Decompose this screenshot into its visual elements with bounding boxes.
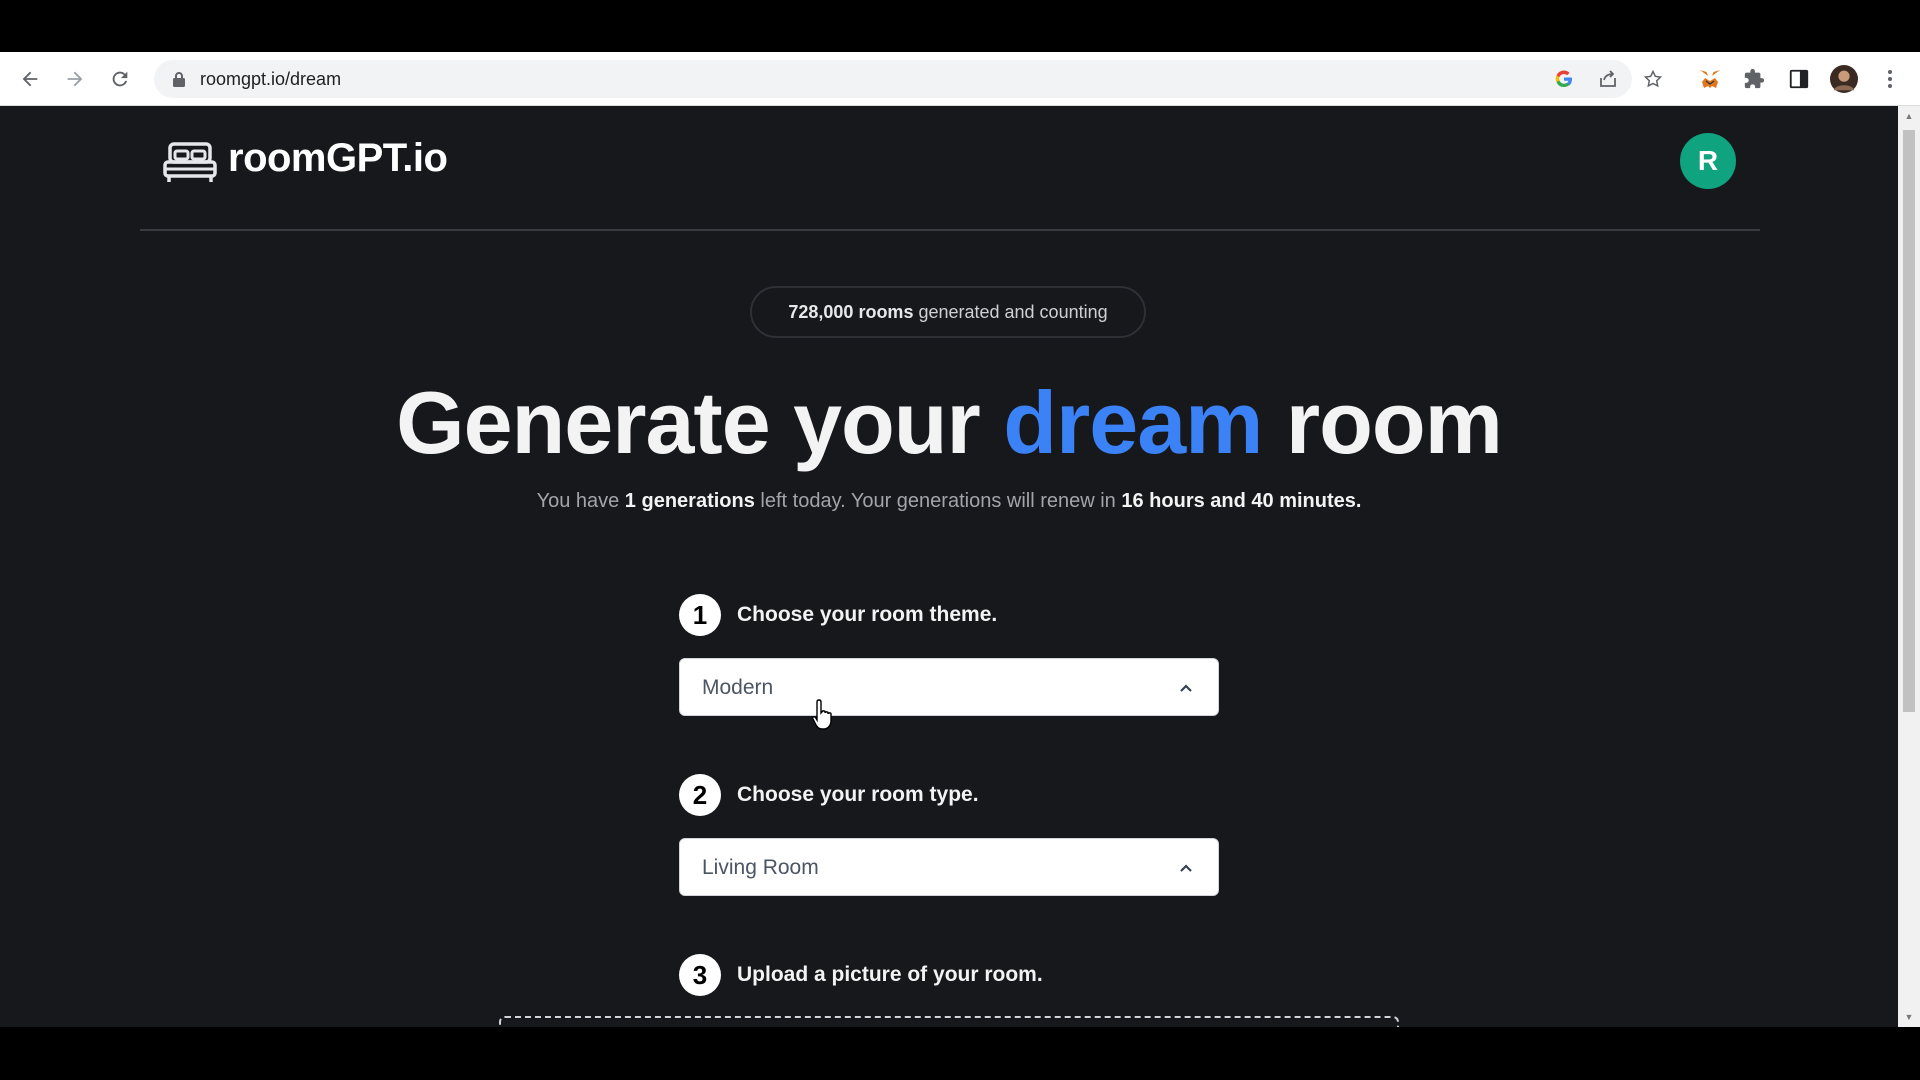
page-scrollbar[interactable]: ▲ ▼ xyxy=(1898,106,1920,1027)
address-bar[interactable]: roomgpt.io/dream xyxy=(154,60,1663,98)
step-number: 3 xyxy=(679,954,721,996)
bookmark-star-icon[interactable] xyxy=(1641,67,1665,91)
scroll-thumb[interactable] xyxy=(1903,130,1915,712)
forward-arrow-icon xyxy=(67,71,83,87)
generations-count: 1 generations xyxy=(624,490,755,512)
video-letterbox-bottom xyxy=(0,1027,1920,1080)
back-arrow-icon xyxy=(22,71,38,87)
title-part1: Generate your xyxy=(396,373,1004,472)
scroll-down-arrow-icon[interactable]: ▼ xyxy=(1903,1011,1915,1023)
bed-logo-icon xyxy=(163,142,217,182)
step-theme: 1 Choose your room theme. xyxy=(679,594,1279,638)
browser-menu-icon[interactable] xyxy=(1876,65,1904,93)
reload-button[interactable] xyxy=(106,65,134,93)
url-text: roomgpt.io/dream xyxy=(200,69,342,89)
room-theme-select[interactable]: Modern xyxy=(679,658,1219,716)
step-room-type: 2 Choose your room type. xyxy=(679,774,1279,818)
generations-info: You have 1 generations left today. Your … xyxy=(0,490,1898,513)
video-letterbox-top xyxy=(0,0,1920,52)
rooms-counter-badge: 728,000 rooms generated and counting xyxy=(750,286,1146,338)
metamask-extension-icon[interactable] xyxy=(1696,65,1724,93)
reload-icon xyxy=(112,71,128,87)
chevron-up-icon xyxy=(1180,864,1192,872)
title-accent: dream xyxy=(1003,373,1263,472)
title-part2: room xyxy=(1262,373,1503,472)
chevron-up-icon xyxy=(1180,684,1192,692)
profile-avatar-icon[interactable] xyxy=(1830,65,1858,93)
back-button[interactable] xyxy=(16,65,44,93)
rooms-count: 728,000 rooms xyxy=(788,301,914,322)
step-number: 2 xyxy=(679,774,721,816)
google-icon[interactable] xyxy=(1552,67,1576,91)
step-label: Upload a picture of your room. xyxy=(737,963,1043,986)
step-label: Choose your room type. xyxy=(737,783,979,806)
lock-icon xyxy=(173,72,185,87)
rooms-count-suffix: generated and counting xyxy=(918,301,1108,322)
extensions-puzzle-icon[interactable] xyxy=(1740,65,1768,93)
share-icon[interactable] xyxy=(1596,67,1620,91)
browser-toolbar: roomgpt.io/dream xyxy=(0,52,1920,106)
room-theme-value: Modern xyxy=(702,676,774,699)
sub-text-2: left today. Your generations will renew … xyxy=(754,490,1122,512)
side-panel-icon[interactable] xyxy=(1785,65,1813,93)
page-viewport: roomGPT.io R 728,000 rooms generated and… xyxy=(0,106,1898,1027)
brand-name[interactable]: roomGPT.io xyxy=(228,136,448,181)
renew-time: 16 hours and 40 minutes. xyxy=(1121,490,1362,512)
forward-button[interactable] xyxy=(61,65,89,93)
user-avatar[interactable]: R xyxy=(1680,133,1736,189)
scroll-up-arrow-icon[interactable]: ▲ xyxy=(1903,110,1915,122)
room-type-value: Living Room xyxy=(702,856,819,879)
room-type-select[interactable]: Living Room xyxy=(679,838,1219,896)
page-title: Generate your dream room xyxy=(0,372,1898,474)
hand-cursor-icon xyxy=(812,699,832,730)
step-upload: 3 Upload a picture of your room. xyxy=(679,954,1279,998)
step-number: 1 xyxy=(679,594,721,636)
header-divider xyxy=(140,229,1760,231)
step-label: Choose your room theme. xyxy=(737,603,998,626)
upload-dropzone[interactable] xyxy=(499,1016,1399,1027)
sub-text-1: You have xyxy=(536,490,625,512)
